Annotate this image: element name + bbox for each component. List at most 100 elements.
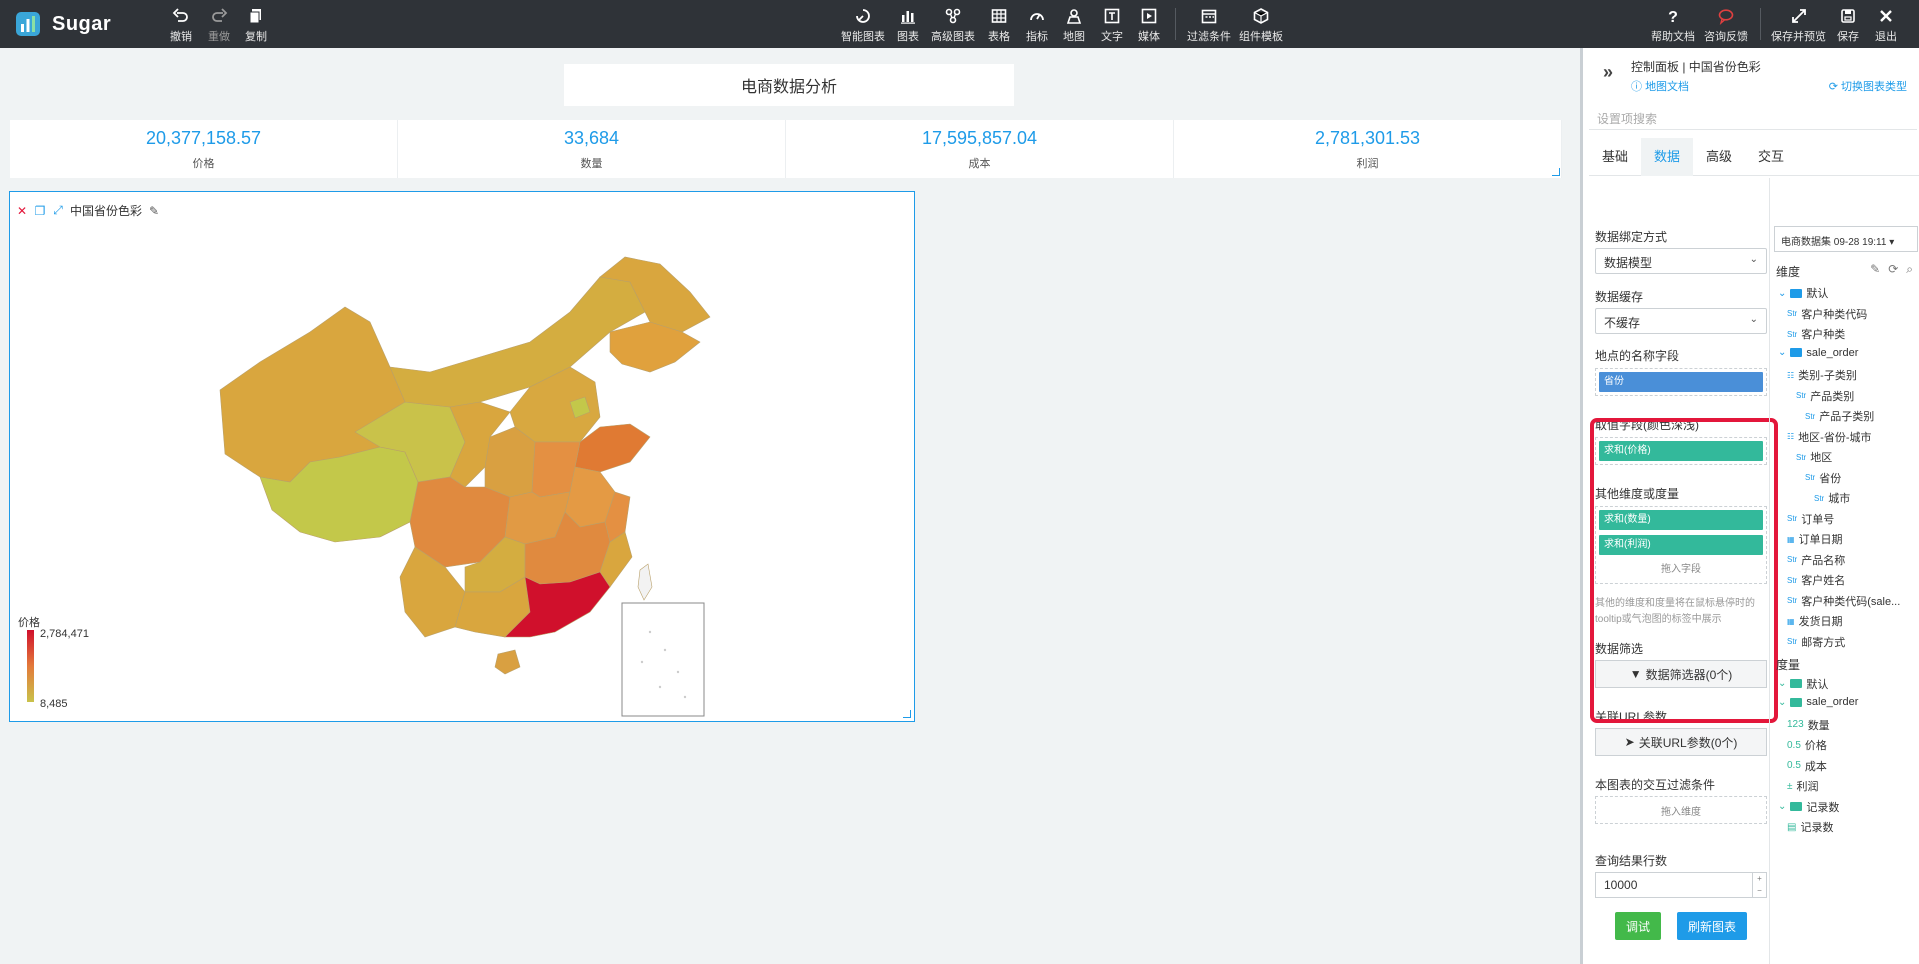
chevron-down-icon: ⌄ [1749, 314, 1758, 325]
tree-field[interactable]: ▦ 订单日期 [1787, 531, 1843, 547]
tree-field[interactable]: ▦ 发货日期 [1787, 613, 1843, 629]
save-button[interactable]: 保存 [1837, 4, 1859, 44]
other-fields-dropzone[interactable]: 求和(数量) 求和(利润) 拖入字段 [1595, 506, 1767, 584]
table-button[interactable]: 表格 [988, 4, 1010, 44]
smart-chart-button[interactable]: 智能图表 [841, 4, 885, 44]
copy-button[interactable]: 复制 [245, 4, 267, 44]
url-params-button[interactable]: ➤ 关联URL参数(0个) [1595, 728, 1767, 756]
field-pill-sum-quantity[interactable]: 求和(数量) [1599, 510, 1763, 530]
result-rows-input[interactable]: 10000 + − [1595, 872, 1767, 898]
tree-node-label: 地区 [1810, 452, 1833, 464]
tree-folder[interactable]: ⌄ 默认 [1778, 676, 1828, 692]
tree-folder[interactable]: ⌄ sale_order [1778, 347, 1858, 359]
tree-field[interactable]: ± 利润 [1787, 778, 1819, 794]
result-rows-label: 查询结果行数 [1595, 854, 1668, 868]
tree-node-label: 成本 [1804, 760, 1827, 773]
tree-folder[interactable]: ⌄ 记录数 [1778, 799, 1839, 815]
field-pill-sum-price[interactable]: 求和(价格) [1599, 441, 1763, 461]
tab-data[interactable]: 数据 [1641, 138, 1694, 176]
media-button[interactable]: 媒体 [1138, 4, 1160, 44]
cache-select[interactable]: 不缓存 ⌄ [1595, 308, 1767, 334]
feedback-button[interactable]: 咨询反馈 [1704, 4, 1748, 44]
tree-field[interactable]: Str 订单号 [1787, 511, 1834, 527]
kpi-cost[interactable]: 17,595,857.04 成本 [786, 120, 1174, 178]
kpi-row[interactable]: 20,377,158.57 价格 33,684 数量 17,595,857.04… [10, 120, 1562, 178]
tree-folder[interactable]: ⌄ sale_order [1778, 696, 1858, 708]
binding-select[interactable]: 数据模型 ⌄ [1595, 248, 1767, 274]
tree-field[interactable]: ▤ 记录数 [1787, 819, 1833, 835]
tab-basic[interactable]: 基础 [1589, 138, 1641, 176]
china-province-map-chart[interactable]: ✕ ❐ ⤢ 中国省份色彩 ✎ 价格 2,784,471 8,485 [9, 191, 915, 722]
advanced-chart-button[interactable]: 高级图表 [931, 4, 975, 44]
tree-node-label: 产品子类别 [1819, 411, 1875, 423]
app-logo[interactable]: Sugar [14, 8, 111, 40]
tab-interaction[interactable]: 交互 [1745, 138, 1797, 176]
tree-field[interactable]: ☷ 类别-子类别 [1787, 367, 1857, 383]
tree-field[interactable]: Str 客户种类代码(sale... [1787, 593, 1900, 609]
dataset-select[interactable]: 电商数据集 09-28 19:11 ▾ [1774, 226, 1918, 252]
save-label: 保存 [1837, 31, 1859, 43]
table-icon [991, 9, 1007, 23]
chevron-down-icon: ⌄ [1778, 287, 1787, 299]
toolbar-divider-right [1760, 8, 1761, 40]
folder-icon [1790, 288, 1803, 298]
filter-condition-button[interactable]: 过滤条件 [1187, 4, 1231, 44]
exit-button[interactable]: 退出 [1875, 4, 1897, 44]
tree-field[interactable]: Str 城市 [1814, 490, 1850, 506]
tree-field[interactable]: Str 省份 [1805, 470, 1841, 486]
save-preview-button[interactable]: 保存并预览 [1771, 4, 1826, 44]
tree-field[interactable]: Str 产品子类别 [1805, 408, 1874, 424]
field-pill-sum-profit[interactable]: 求和(利润) [1599, 535, 1763, 555]
resize-handle[interactable] [1552, 168, 1560, 176]
map-doc-link[interactable]: ⓘ 地图文档 [1631, 78, 1689, 94]
resize-handle[interactable] [903, 710, 911, 718]
refresh-icon[interactable]: ⟳ [1888, 262, 1898, 277]
dashboard-title[interactable]: 电商数据分析 [564, 64, 1014, 106]
debug-button[interactable]: 调试 [1615, 912, 1661, 940]
redo-button[interactable]: 重做 [208, 4, 230, 44]
text-button[interactable]: 文字 [1101, 4, 1123, 44]
settings-search-input[interactable]: 设置项搜索 [1589, 104, 1917, 130]
tree-field[interactable]: 0.5 成本 [1787, 758, 1827, 774]
tree-field[interactable]: 123 数量 [1787, 717, 1830, 733]
calendar-icon: ▦ [1787, 616, 1795, 626]
china-map[interactable] [10, 192, 916, 723]
filter-condition-label: 过滤条件 [1187, 31, 1231, 43]
quantity-stepper[interactable]: + − [1752, 873, 1766, 897]
map-button[interactable]: 地图 [1063, 4, 1085, 44]
hierarchy-icon: ☷ [1787, 432, 1795, 441]
name-field-dropzone[interactable]: 省份 [1595, 368, 1767, 396]
tree-field[interactable]: Str 客户姓名 [1787, 572, 1845, 588]
cache-select-value: 不缓存 [1604, 316, 1641, 330]
edit-icon[interactable]: ✎ [1870, 262, 1880, 277]
tree-field[interactable]: Str 产品名称 [1787, 552, 1845, 568]
interaction-filter-dropzone[interactable]: 拖入维度 [1595, 796, 1767, 824]
kpi-profit[interactable]: 2,781,301.53 利润 [1174, 120, 1562, 178]
component-template-button[interactable]: 组件模板 [1239, 4, 1283, 44]
search-icon[interactable]: ⌕ [1906, 262, 1913, 277]
collapse-panel-icon[interactable]: » [1603, 62, 1613, 83]
tree-field[interactable]: ☷ 地区-省份-城市 [1787, 429, 1872, 445]
value-field-dropzone[interactable]: 求和(价格) [1595, 437, 1767, 465]
metric-button[interactable]: 指标 [1026, 4, 1048, 44]
tab-advanced[interactable]: 高级 [1693, 138, 1745, 176]
tree-folder[interactable]: ⌄ 默认 [1778, 285, 1828, 301]
kpi-price[interactable]: 20,377,158.57 价格 [10, 120, 398, 178]
text-icon [1104, 8, 1120, 24]
legend-gradient-bar[interactable] [27, 630, 34, 702]
tree-field[interactable]: Str 客户种类 [1787, 326, 1845, 342]
refresh-chart-button[interactable]: 刷新图表 [1677, 912, 1747, 940]
help-doc-button[interactable]: ? 帮助文档 [1651, 4, 1695, 44]
switch-chart-type-link[interactable]: ⟳ 切换图表类型 [1829, 78, 1907, 94]
undo-button[interactable]: 撤销 [170, 4, 192, 44]
tree-field[interactable]: Str 地区 [1796, 449, 1832, 465]
chart-button[interactable]: 图表 [897, 4, 919, 44]
interaction-filter-label: 本图表的交互过滤条件 [1595, 778, 1716, 792]
data-filter-button[interactable]: ▼ 数据筛选器(0个) [1595, 660, 1767, 688]
field-pill-province[interactable]: 省份 [1599, 372, 1763, 392]
kpi-quantity[interactable]: 33,684 数量 [398, 120, 786, 178]
tree-field[interactable]: 0.5 价格 [1787, 737, 1827, 753]
tree-field[interactable]: Str 产品类别 [1796, 388, 1854, 404]
tree-field[interactable]: Str 邮寄方式 [1787, 634, 1845, 650]
tree-field[interactable]: Str 客户种类代码 [1787, 306, 1867, 322]
